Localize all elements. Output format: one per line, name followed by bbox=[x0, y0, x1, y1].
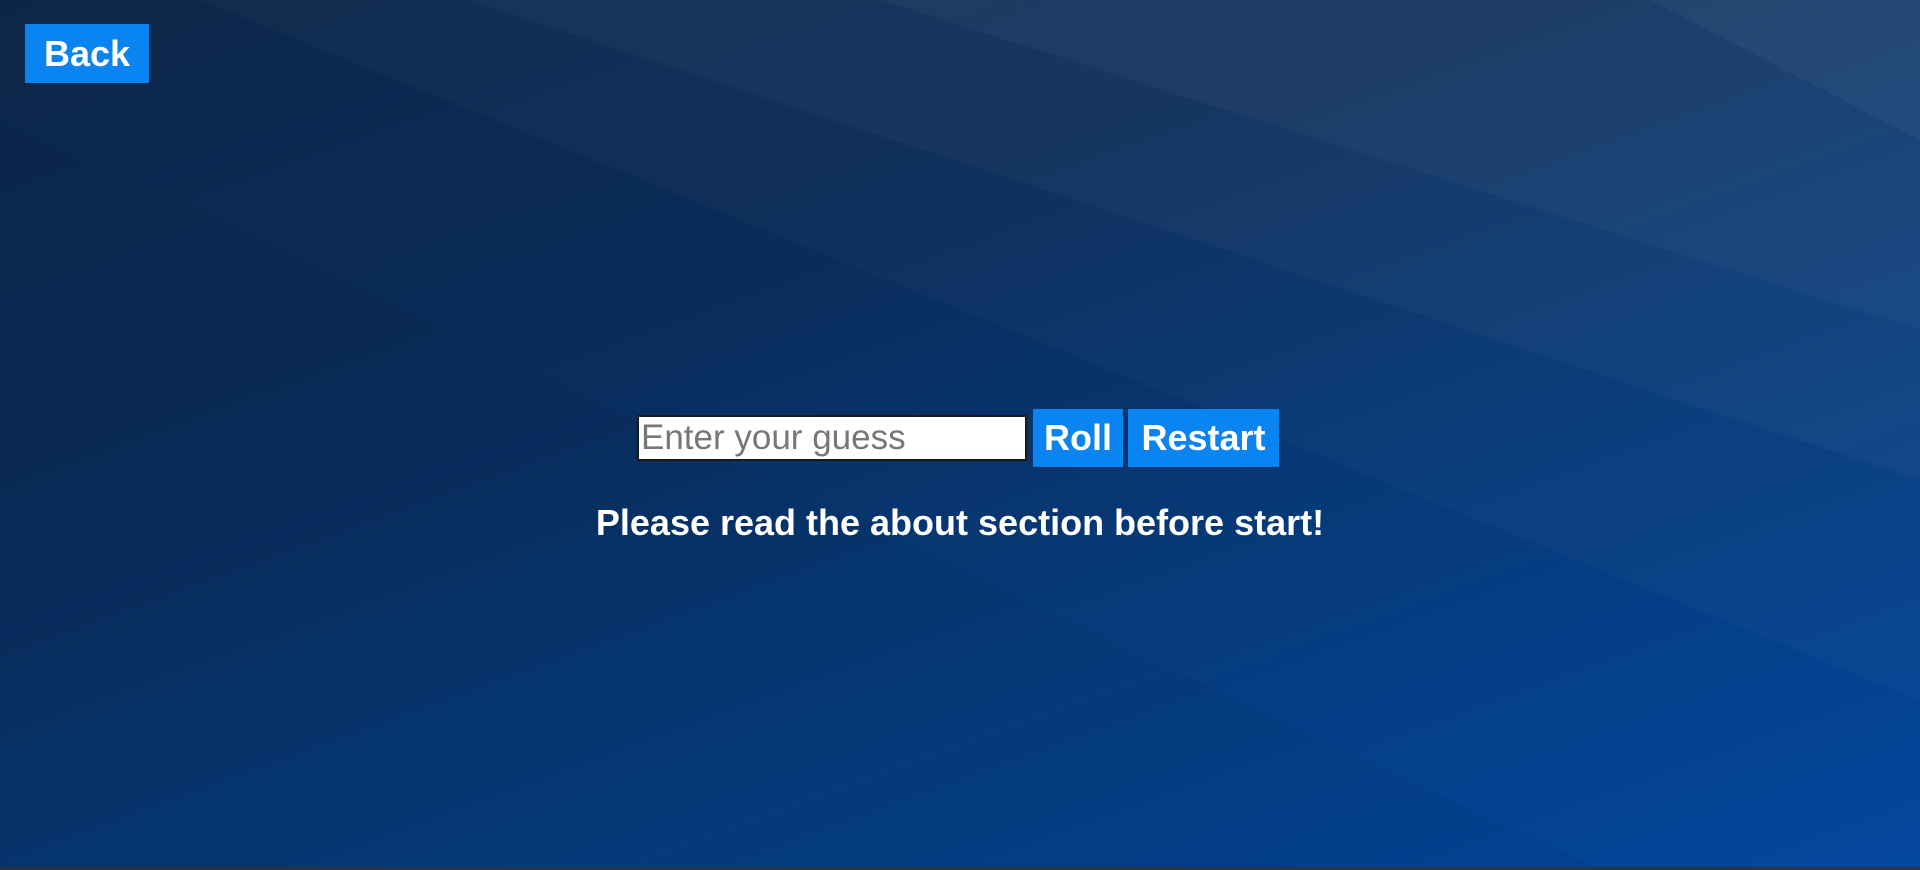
back-button[interactable]: Back bbox=[25, 24, 149, 83]
guess-controls: Roll Restart bbox=[637, 409, 1279, 467]
restart-button[interactable]: Restart bbox=[1128, 409, 1279, 467]
instruction-message: Please read the about section before sta… bbox=[595, 502, 1325, 543]
guess-input[interactable] bbox=[637, 415, 1027, 461]
roll-button[interactable]: Roll bbox=[1033, 409, 1123, 467]
